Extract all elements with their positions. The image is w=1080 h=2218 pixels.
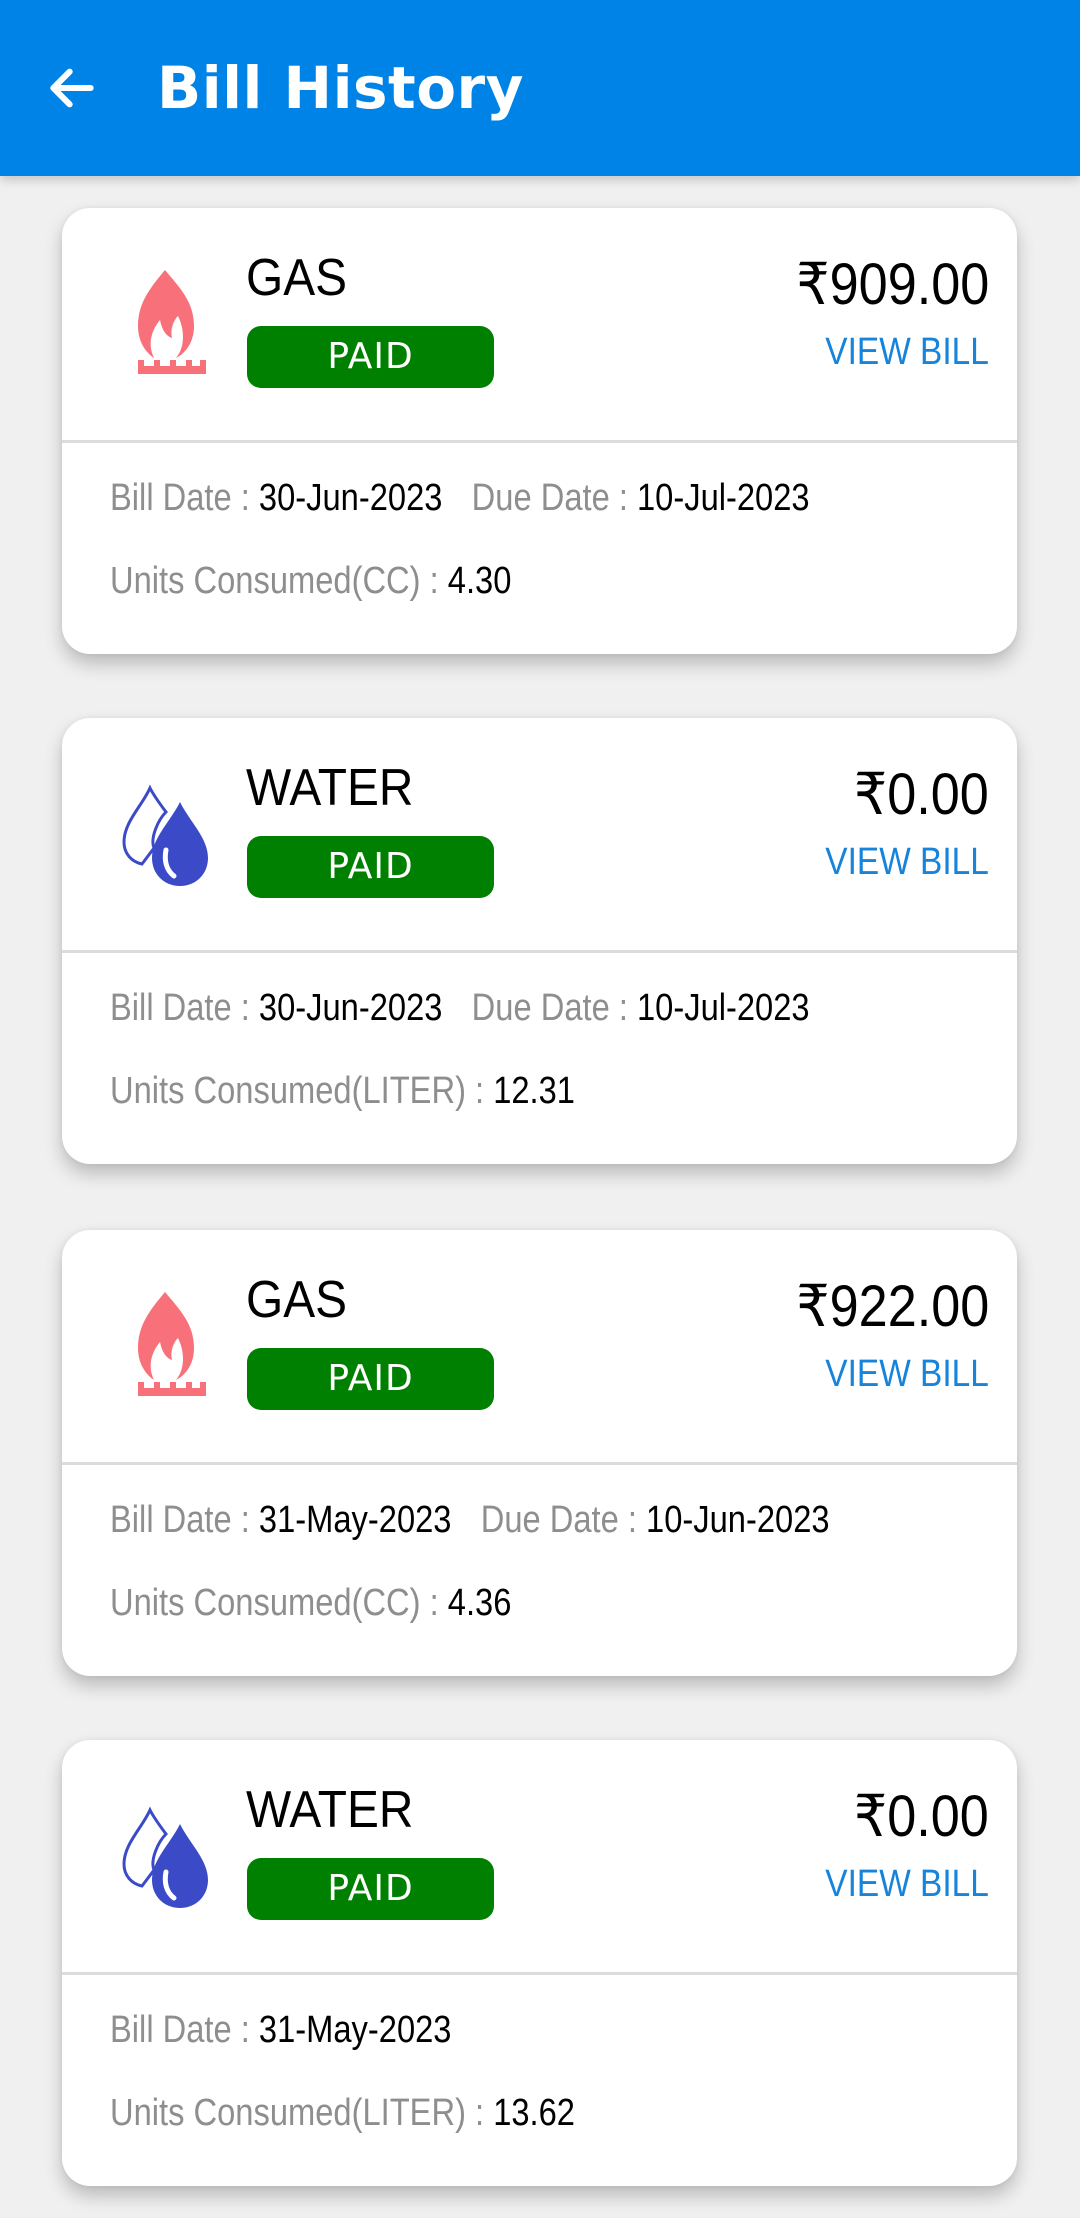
view-bill-button[interactable]: VIEW BILL [825, 328, 989, 376]
view-bill-button[interactable]: VIEW BILL [825, 838, 989, 886]
bill-card-header: GAS PAID ₹909.00 VIEW BILL [62, 208, 1017, 440]
bill-date-label: Bill Date : [110, 987, 259, 1029]
dates-row: Bill Date : 30-Jun-2023 Due Date : 10-Jul… [110, 983, 810, 1033]
units-row: Units Consumed(LITER) : 12.31 [110, 1066, 575, 1116]
status-badge: PAID [247, 326, 494, 388]
dates-row: Bill Date : 30-Jun-2023 Due Date : 10-Jul… [110, 473, 810, 523]
dates-row: Bill Date : 31-May-2023 Due Date : 10-Jun… [110, 1495, 830, 1545]
bill-date-value: 31-May-2023 [258, 2009, 452, 2051]
water-drops-icon [110, 1790, 220, 1920]
divider [62, 440, 1017, 443]
bill-date-label: Bill Date : [110, 2009, 259, 2051]
bill-card-header: GAS PAID ₹922.00 VIEW BILL [62, 1230, 1017, 1462]
arrow-left-icon [50, 68, 94, 108]
gas-flame-icon [110, 1280, 220, 1410]
due-date-value: 10-Jul-2023 [636, 987, 810, 1029]
due-date-label: Due Date : [471, 477, 637, 519]
bill-card-header: WATER PAID ₹0.00 VIEW BILL [62, 1740, 1017, 1972]
utility-name: GAS [246, 249, 348, 307]
utility-name: WATER [246, 759, 414, 817]
units-row: Units Consumed(LITER) : 13.62 [110, 2088, 575, 2138]
units-row: Units Consumed(CC) : 4.30 [110, 556, 511, 606]
bill-date-label: Bill Date : [110, 1499, 259, 1541]
divider [62, 950, 1017, 953]
units-label: Units Consumed(CC) : [110, 560, 448, 602]
bill-card[interactable]: GAS PAID ₹922.00 VIEW BILL Bill Date : 3… [62, 1230, 1017, 1676]
bill-card[interactable]: WATER PAID ₹0.00 VIEW BILL Bill Date : 3… [62, 718, 1017, 1164]
app-bar: Bill History [0, 0, 1080, 176]
utility-name: WATER [246, 1781, 414, 1839]
bill-date-value: 30-Jun-2023 [258, 477, 443, 519]
units-label: Units Consumed(LITER) : [110, 2092, 494, 2134]
status-badge: PAID [247, 836, 494, 898]
due-date-label: Due Date : [480, 1499, 647, 1541]
utility-name: GAS [246, 1271, 348, 1329]
dates-row: Bill Date : 31-May-2023 [110, 2005, 451, 2055]
bill-date-value: 31-May-2023 [258, 1499, 452, 1541]
status-badge: PAID [247, 1858, 494, 1920]
divider [62, 1462, 1017, 1465]
bill-amount: ₹922.00 [796, 1274, 989, 1339]
units-label: Units Consumed(CC) : [110, 1582, 448, 1624]
due-date-value: 10-Jun-2023 [646, 1499, 830, 1541]
units-value: 13.62 [493, 2092, 575, 2134]
units-row: Units Consumed(CC) : 4.36 [110, 1578, 511, 1628]
units-value: 4.30 [447, 560, 512, 602]
due-date-label: Due Date : [471, 987, 637, 1029]
page-title: Bill History [157, 54, 524, 122]
bill-card-header: WATER PAID ₹0.00 VIEW BILL [62, 718, 1017, 950]
bill-card[interactable]: GAS PAID ₹909.00 VIEW BILL Bill Date : 3… [62, 208, 1017, 654]
water-drops-icon [110, 768, 220, 898]
bill-amount: ₹909.00 [796, 252, 989, 317]
bill-date-label: Bill Date : [110, 477, 259, 519]
back-button[interactable] [36, 52, 108, 124]
units-value: 12.31 [493, 1070, 575, 1112]
status-badge: PAID [247, 1348, 494, 1410]
due-date-value: 10-Jul-2023 [636, 477, 810, 519]
bill-card[interactable]: WATER PAID ₹0.00 VIEW BILL Bill Date : 3… [62, 1740, 1017, 2186]
bill-date-value: 30-Jun-2023 [258, 987, 443, 1029]
bill-amount: ₹0.00 [854, 762, 989, 827]
divider [62, 1972, 1017, 1975]
view-bill-button[interactable]: VIEW BILL [825, 1350, 989, 1398]
view-bill-button[interactable]: VIEW BILL [825, 1860, 989, 1908]
gas-flame-icon [110, 258, 220, 388]
units-value: 4.36 [447, 1582, 512, 1624]
units-label: Units Consumed(LITER) : [110, 1070, 494, 1112]
bill-amount: ₹0.00 [854, 1784, 989, 1849]
